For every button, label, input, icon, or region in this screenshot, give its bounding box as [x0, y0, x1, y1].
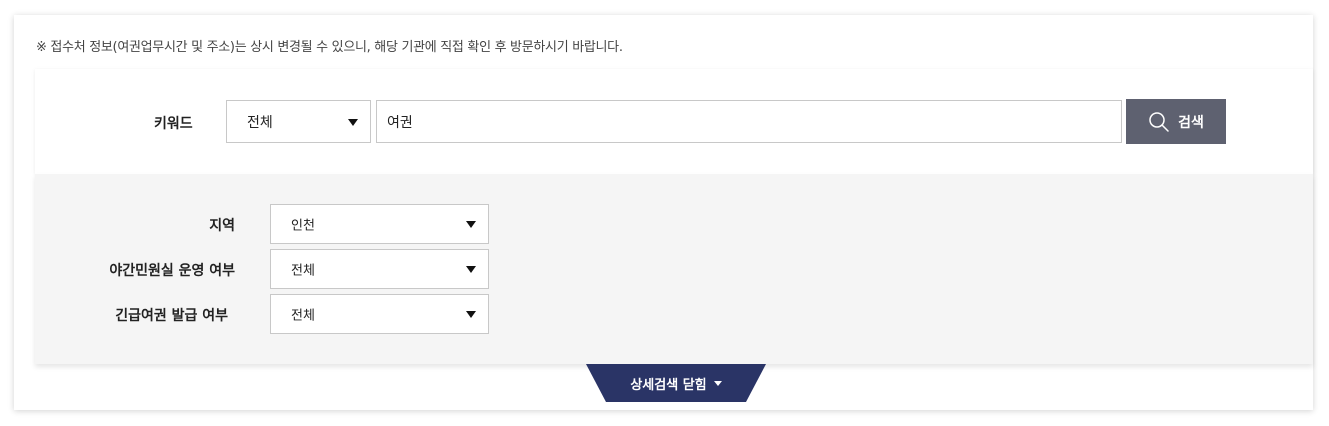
emergency-passport-select[interactable]: 전체 [270, 294, 489, 334]
search-card: ※ 접수처 정보(여권업무시간 및 주소)는 상시 변경될 수 있으니, 해당 … [14, 15, 1313, 410]
keyword-search-panel: 키워드 전체 검색 [35, 69, 1313, 174]
keyword-scope-value: 전체 [247, 114, 273, 131]
keyword-scope-select[interactable]: 전체 [226, 100, 371, 143]
chevron-down-icon [466, 266, 476, 273]
keyword-label: 키워드 [154, 116, 193, 132]
search-button[interactable]: 검색 [1126, 99, 1226, 144]
detail-search-panel: 지역 인천 야간민원실 운영 여부 전체 긴급여권 발급 여부 전체 [35, 174, 1313, 364]
notice-text: ※ 접수처 정보(여권업무시간 및 주소)는 상시 변경될 수 있으니, 해당 … [36, 40, 623, 55]
region-select[interactable]: 인천 [270, 204, 489, 244]
chevron-down-icon [466, 311, 476, 318]
caret-down-icon [713, 380, 722, 386]
night-office-label: 야간민원실 운영 여부 [109, 263, 235, 279]
night-office-value: 전체 [291, 263, 315, 279]
region-value: 인천 [291, 218, 315, 234]
detail-search-toggle[interactable]: 상세검색 닫힘 [586, 364, 766, 402]
chevron-down-icon [466, 221, 476, 228]
search-button-label: 검색 [1178, 114, 1204, 131]
chevron-down-icon [348, 118, 358, 126]
region-label: 지역 [209, 218, 235, 234]
night-office-select[interactable]: 전체 [270, 249, 489, 289]
emergency-passport-value: 전체 [291, 308, 315, 324]
keyword-input[interactable] [376, 100, 1122, 143]
toggle-label: 상세검색 닫힘 [630, 377, 707, 393]
search-icon [1148, 111, 1170, 133]
emergency-passport-label: 긴급여권 발급 여부 [115, 308, 228, 324]
